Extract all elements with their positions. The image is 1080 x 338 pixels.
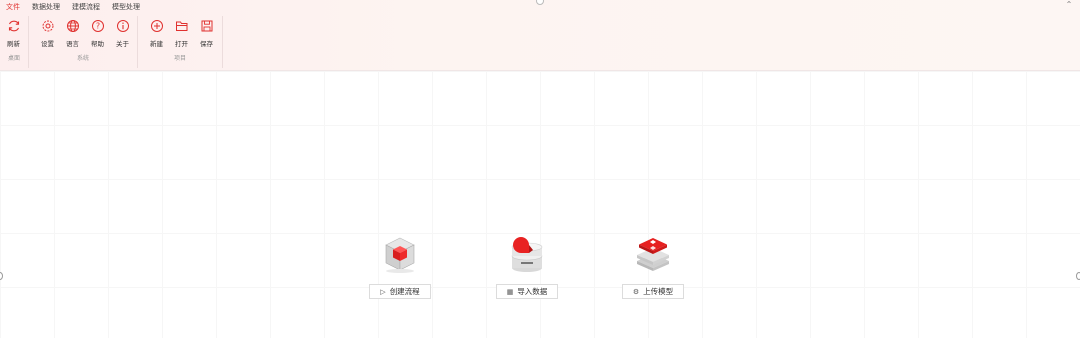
globe-icon (66, 20, 79, 32)
group-label-project: 项目 (173, 55, 186, 62)
model-stack-icon (637, 238, 669, 271)
help-icon: ? (91, 20, 104, 32)
play-icon: ▷ (380, 287, 386, 296)
ribbon-groups: 刷新 桌面 设置 语言 ? 帮助 关于 系统 新建 打开 保存 项目 (0, 16, 223, 68)
group-system: 设置 语言 ? 帮助 关于 系统 (29, 16, 138, 68)
right-resize-handle[interactable] (1076, 272, 1080, 280)
info-icon (116, 20, 129, 32)
tab-model-processing[interactable]: 模型处理 (106, 0, 146, 14)
import-data-label: 导入数据 (517, 287, 548, 296)
save-icon (201, 20, 212, 32)
save-button[interactable]: 保存 (194, 16, 219, 48)
group-desktop: 刷新 桌面 (0, 16, 29, 68)
group-label-system: 系统 (76, 55, 89, 62)
settings-label: 设置 (41, 40, 54, 48)
create-flow-card: ▷ 创建流程 (369, 234, 431, 299)
refresh-label: 刷新 (7, 40, 20, 48)
table-icon: ▦ (506, 287, 514, 296)
import-data-card: ▦ 导入数据 (496, 234, 558, 299)
language-button[interactable]: 语言 (60, 16, 85, 48)
import-data-button[interactable]: ▦ 导入数据 (496, 284, 558, 299)
svg-text:?: ? (95, 22, 99, 31)
refresh-button[interactable]: 刷新 (1, 16, 26, 48)
upload-model-button[interactable]: ⚙ 上传模型 (622, 284, 684, 299)
create-flow-button[interactable]: ▷ 创建流程 (369, 284, 431, 299)
tab-file[interactable]: 文件 (0, 0, 26, 14)
open-label: 打开 (175, 40, 188, 48)
ribbon-toolbar: 文件 数据处理 建模流程 模型处理 ⌃ 刷新 桌面 设置 语言 ? 帮助 关于 … (0, 0, 1080, 71)
gear-icon (42, 20, 53, 32)
help-label: 帮助 (91, 40, 104, 48)
collapse-ribbon-icon[interactable]: ⌃ (1064, 0, 1074, 10)
database-icon (511, 237, 543, 272)
settings-button[interactable]: 设置 (35, 16, 60, 48)
new-button[interactable]: 新建 (144, 16, 169, 48)
about-button[interactable]: 关于 (110, 16, 135, 48)
open-button[interactable]: 打开 (169, 16, 194, 48)
upload-model-card: ⚙ 上传模型 (622, 234, 684, 299)
upload-model-label: 上传模型 (643, 287, 674, 296)
plus-circle-icon (150, 20, 163, 32)
group-project: 新建 打开 保存 项目 (138, 16, 223, 68)
create-flow-label: 创建流程 (389, 287, 420, 296)
about-label: 关于 (116, 40, 129, 48)
language-label: 语言 (66, 40, 79, 48)
menu-tabs: 文件 数据处理 建模流程 模型处理 (0, 0, 146, 14)
help-button[interactable]: ? 帮助 (85, 16, 110, 48)
tab-modeling-flow[interactable]: 建模流程 (66, 0, 106, 14)
refresh-icon (8, 20, 19, 32)
tab-data-processing[interactable]: 数据处理 (26, 0, 66, 14)
settings-circle-icon: ⚙ (632, 287, 640, 296)
group-label-desktop: 桌面 (7, 55, 20, 62)
cube-flow-icon (385, 237, 415, 273)
new-label: 新建 (150, 40, 163, 48)
save-label: 保存 (200, 40, 213, 48)
folder-open-icon (175, 21, 187, 31)
